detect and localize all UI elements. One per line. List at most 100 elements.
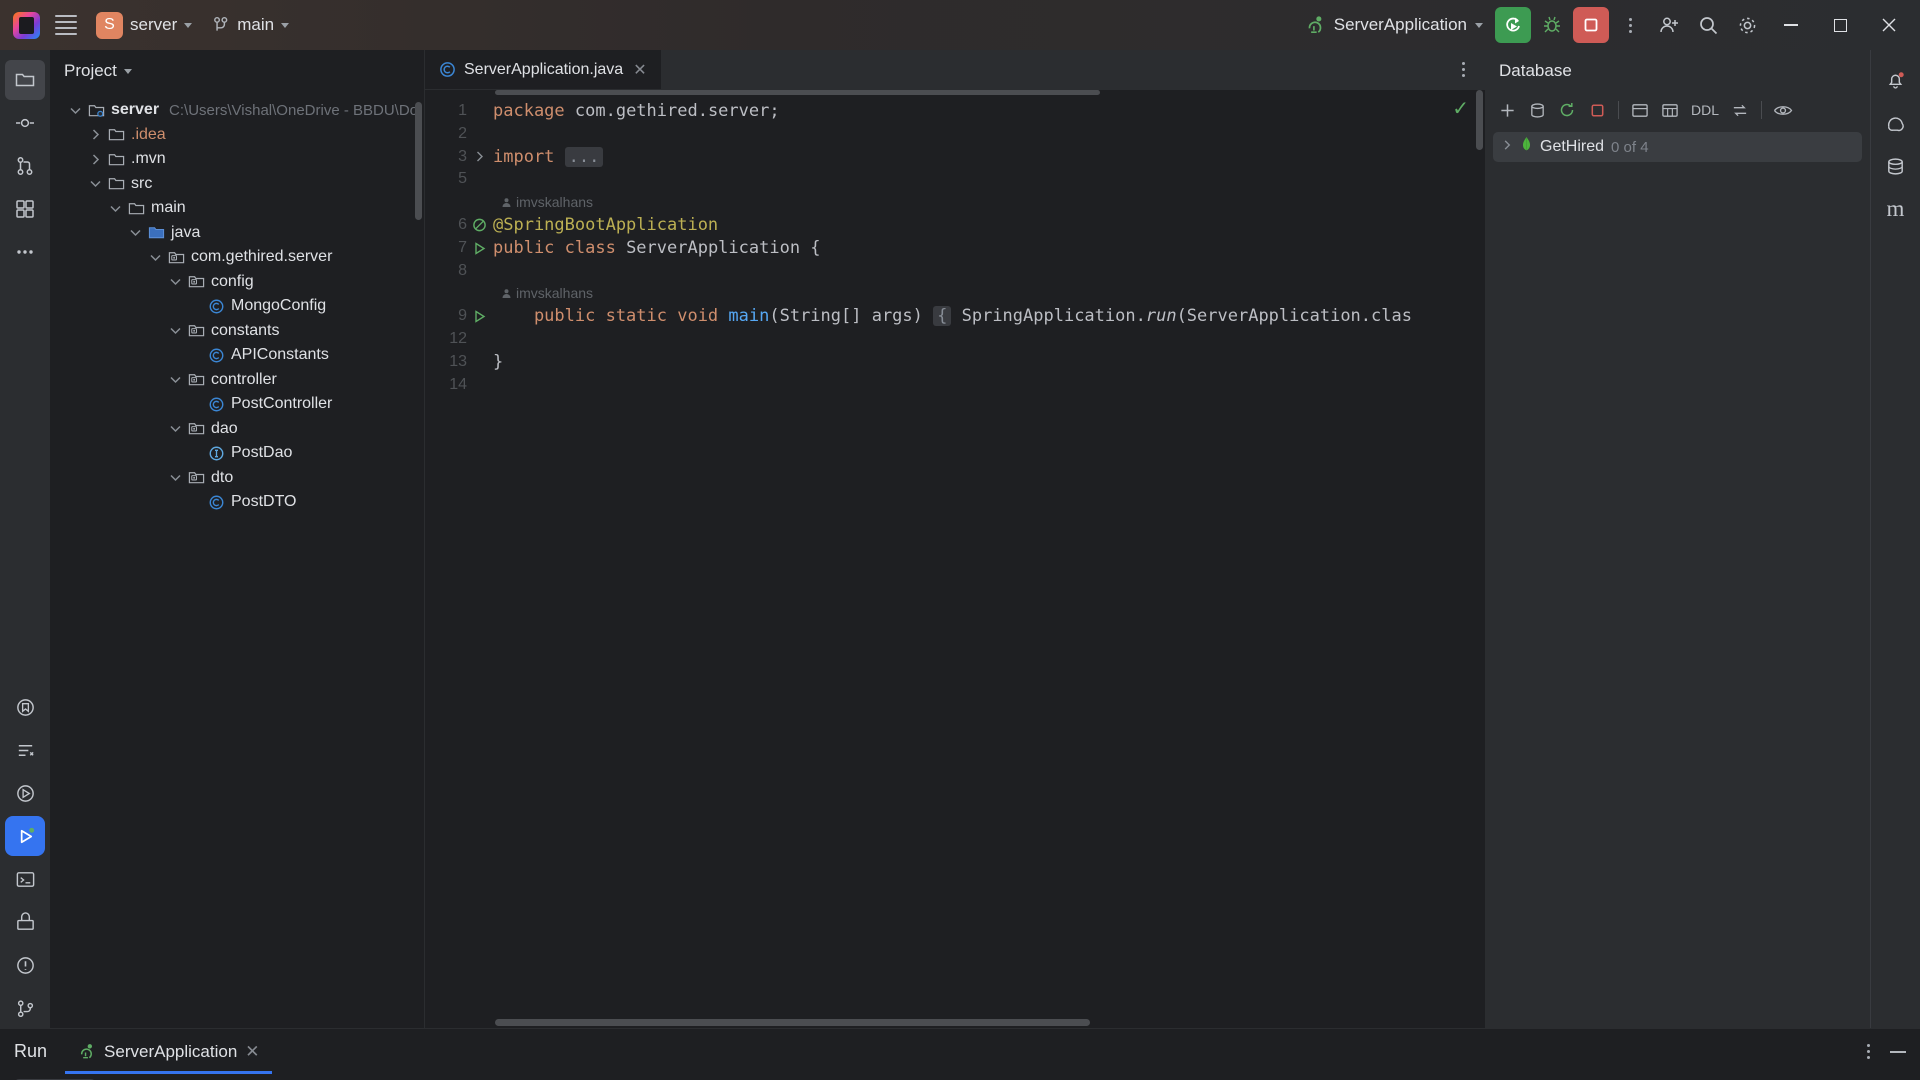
sidebar-item-database[interactable] <box>1876 146 1916 186</box>
sidebar-item-maven[interactable]: m <box>1876 189 1916 229</box>
ddl-button[interactable]: DDL <box>1687 97 1723 123</box>
account-button[interactable] <box>1651 7 1687 43</box>
tree-item-constants[interactable]: constants <box>50 319 424 344</box>
minimize-icon[interactable] <box>1890 1050 1906 1053</box>
more-options-icon[interactable] <box>1454 54 1473 85</box>
chevron-down-icon[interactable] <box>168 471 182 485</box>
more-actions-button[interactable] <box>1612 7 1648 43</box>
branch-selector[interactable]: main <box>204 7 297 43</box>
minimize-window-button[interactable] <box>1768 0 1814 50</box>
tree-item-config[interactable]: config <box>50 270 424 295</box>
run-tab-serverapplication[interactable]: ServerApplication ✕ <box>65 1029 272 1074</box>
more-options-icon[interactable] <box>1859 1036 1878 1067</box>
close-icon[interactable]: ✕ <box>245 1042 259 1062</box>
settings-button[interactable] <box>1729 7 1765 43</box>
add-datasource-button[interactable] <box>1494 97 1520 123</box>
close-icon[interactable]: ✕ <box>631 60 648 80</box>
close-window-button[interactable] <box>1866 0 1912 50</box>
tree-item-java[interactable]: java <box>50 221 424 246</box>
code-editor[interactable]: ✓ 1 package com.gethired.server; 2 3 import … <box>425 90 1485 1028</box>
chevron-down-icon[interactable] <box>148 250 162 264</box>
editor-gutter[interactable]: 2 <box>425 123 493 146</box>
sidebar-item-build[interactable] <box>5 902 45 942</box>
chevron-right-icon[interactable] <box>88 152 102 166</box>
code-line[interactable]: 6 @SpringBootApplication <box>425 214 1485 237</box>
editor-gutter[interactable]: 7 <box>425 237 493 260</box>
tree-item-apiconstants[interactable]: APIConstants <box>50 343 424 368</box>
chevron-down-icon[interactable] <box>108 201 122 215</box>
project-panel-header[interactable]: Project <box>50 50 424 92</box>
run-button[interactable] <box>1495 7 1531 43</box>
tree-item--idea[interactable]: .idea <box>50 123 424 148</box>
open-query-console-button[interactable] <box>1627 97 1653 123</box>
editor-gutter[interactable]: 14 <box>425 374 493 397</box>
jump-to-table-button[interactable] <box>1657 97 1683 123</box>
editor-gutter[interactable]: 9 <box>425 305 493 328</box>
code-line[interactable]: 13} <box>425 351 1485 374</box>
chevron-down-icon[interactable] <box>168 373 182 387</box>
editor-gutter[interactable]: 13 <box>425 351 493 374</box>
tree-item-src[interactable]: src <box>50 172 424 197</box>
tree-item-mongoconfig[interactable]: MongoConfig <box>50 294 424 319</box>
show-options-button[interactable] <box>1770 97 1796 123</box>
sidebar-item-bookmarks[interactable] <box>5 687 45 727</box>
sidebar-item-services[interactable] <box>5 773 45 813</box>
tree-item-dao[interactable]: dao <box>50 417 424 442</box>
editor-gutter[interactable]: 8 <box>425 260 493 283</box>
sidebar-item-notifications-right[interactable] <box>1876 60 1916 100</box>
chevron-right-icon[interactable] <box>1501 138 1513 156</box>
sidebar-item-ai-assistant[interactable] <box>1876 103 1916 143</box>
chevron-down-icon[interactable] <box>168 275 182 289</box>
sidebar-item-more[interactable] <box>5 232 45 272</box>
project-scrollbar[interactable] <box>415 102 422 220</box>
chevron-down-icon[interactable] <box>88 177 102 191</box>
editor-gutter[interactable]: 3 <box>425 146 493 169</box>
sidebar-item-notifications[interactable] <box>5 945 45 985</box>
sidebar-item-run[interactable] <box>5 816 45 856</box>
maximize-window-button[interactable] <box>1817 0 1863 50</box>
sidebar-item-project[interactable] <box>5 60 45 100</box>
tree-item-postdto[interactable]: PostDTO <box>50 490 424 515</box>
database-item-gethired[interactable]: GetHired 0 of 4 <box>1493 132 1862 162</box>
debug-button[interactable] <box>1534 7 1570 43</box>
sidebar-item-version-control[interactable] <box>5 988 45 1028</box>
sidebar-item-structure[interactable] <box>5 189 45 229</box>
sidebar-item-terminal[interactable] <box>5 859 45 899</box>
sidebar-item-commit[interactable] <box>5 103 45 143</box>
code-line[interactable]: 2 <box>425 123 1485 146</box>
search-everywhere-button[interactable] <box>1690 7 1726 43</box>
tree-item-dto[interactable]: dto <box>50 466 424 491</box>
code-line[interactable]: 3 import ... <box>425 146 1485 169</box>
sidebar-item-problems[interactable] <box>5 730 45 770</box>
refresh-button[interactable] <box>1554 97 1580 123</box>
tree-item-postcontroller[interactable]: PostController <box>50 392 424 417</box>
tree-item-controller[interactable]: controller <box>50 368 424 393</box>
editor-gutter[interactable]: 1 <box>425 100 493 123</box>
run-configuration-selector[interactable]: ServerApplication <box>1295 7 1492 43</box>
chevron-down-icon[interactable] <box>68 103 82 117</box>
editor-scrollbar-bottom[interactable] <box>495 1019 1090 1026</box>
editor-gutter[interactable]: 6 <box>425 214 493 237</box>
editor-tab-serverapplication[interactable]: ServerApplication.java ✕ <box>425 50 661 89</box>
project-tree[interactable]: server C:\Users\Vishal\OneDrive - BBDU\Do… <box>50 92 424 1028</box>
stop-button[interactable] <box>1573 7 1609 43</box>
code-line[interactable]: 1 package com.gethired.server; <box>425 100 1485 123</box>
code-line[interactable]: 14 <box>425 374 1485 397</box>
editor-gutter[interactable]: 5 <box>425 168 493 191</box>
code-line[interactable]: 8 <box>425 260 1485 283</box>
tree-item-server[interactable]: server C:\Users\Vishal\OneDrive - BBDU\Do… <box>50 98 424 123</box>
app-logo[interactable] <box>8 7 44 43</box>
code-line[interactable]: 9 public static void main(String[] args)… <box>425 305 1485 328</box>
main-menu-button[interactable] <box>48 7 84 43</box>
code-line[interactable]: 12 <box>425 328 1485 351</box>
tree-item-com-gethired-server[interactable]: com.gethired.server <box>50 245 424 270</box>
spring-bean-icon[interactable] <box>472 217 487 233</box>
code-line[interactable]: 7 public class ServerApplication { <box>425 237 1485 260</box>
project-selector[interactable]: S server <box>88 7 200 43</box>
sidebar-item-pull-requests[interactable] <box>5 146 45 186</box>
fold-arrow[interactable] <box>472 150 487 163</box>
run-gutter-icon[interactable] <box>472 309 487 324</box>
chevron-right-icon[interactable] <box>88 128 102 142</box>
run-gutter-icon[interactable] <box>472 241 487 256</box>
tree-item--mvn[interactable]: .mvn <box>50 147 424 172</box>
